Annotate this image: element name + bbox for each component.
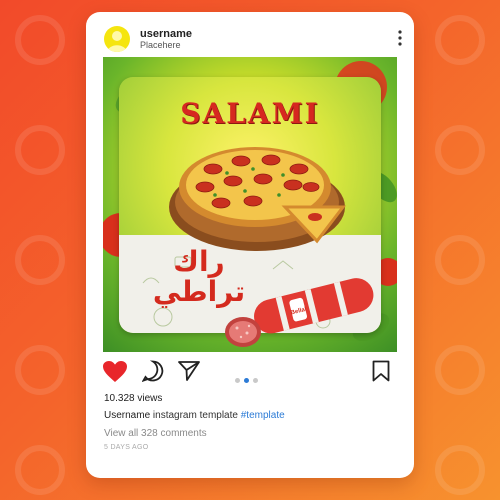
post-image[interactable]: SALAMI Bellal راك تراطي — [103, 57, 397, 352]
views-count: 10.328 views — [104, 393, 163, 404]
carousel-dot[interactable] — [235, 378, 240, 383]
post-timestamp: 5 DAYS AGO — [104, 444, 149, 451]
comment-icon[interactable] — [142, 360, 164, 382]
send-icon[interactable] — [178, 360, 200, 382]
heart-icon[interactable] — [102, 360, 128, 383]
avatar[interactable] — [104, 26, 130, 52]
user-silhouette-icon — [107, 31, 127, 52]
carousel-indicator — [235, 370, 262, 388]
profile-location[interactable]: Placehere — [140, 40, 181, 50]
arabic-line-1: راك — [173, 245, 225, 278]
post-card: username Placehere SALAMI Bellal راك ترا… — [86, 12, 414, 478]
profile-username[interactable]: username — [140, 28, 192, 40]
pizza-illustration: Bellal — [142, 147, 374, 347]
view-comments-link[interactable]: View all 328 comments — [104, 428, 207, 439]
arabic-slogan: راك تراطي — [139, 247, 259, 307]
caption-username[interactable]: Username — [104, 410, 150, 421]
caption: Username instagram template #template — [104, 410, 285, 421]
more-options-icon[interactable] — [398, 30, 402, 46]
action-bar — [86, 352, 414, 386]
caption-text: instagram template — [152, 410, 238, 421]
carousel-dot[interactable] — [253, 378, 258, 383]
bookmark-icon[interactable] — [372, 360, 390, 382]
arabic-line-2: تراطي — [152, 275, 246, 308]
post-header: username Placehere — [86, 12, 414, 58]
caption-hashtag[interactable]: #template — [241, 410, 285, 421]
carousel-dot-active[interactable] — [244, 378, 249, 383]
